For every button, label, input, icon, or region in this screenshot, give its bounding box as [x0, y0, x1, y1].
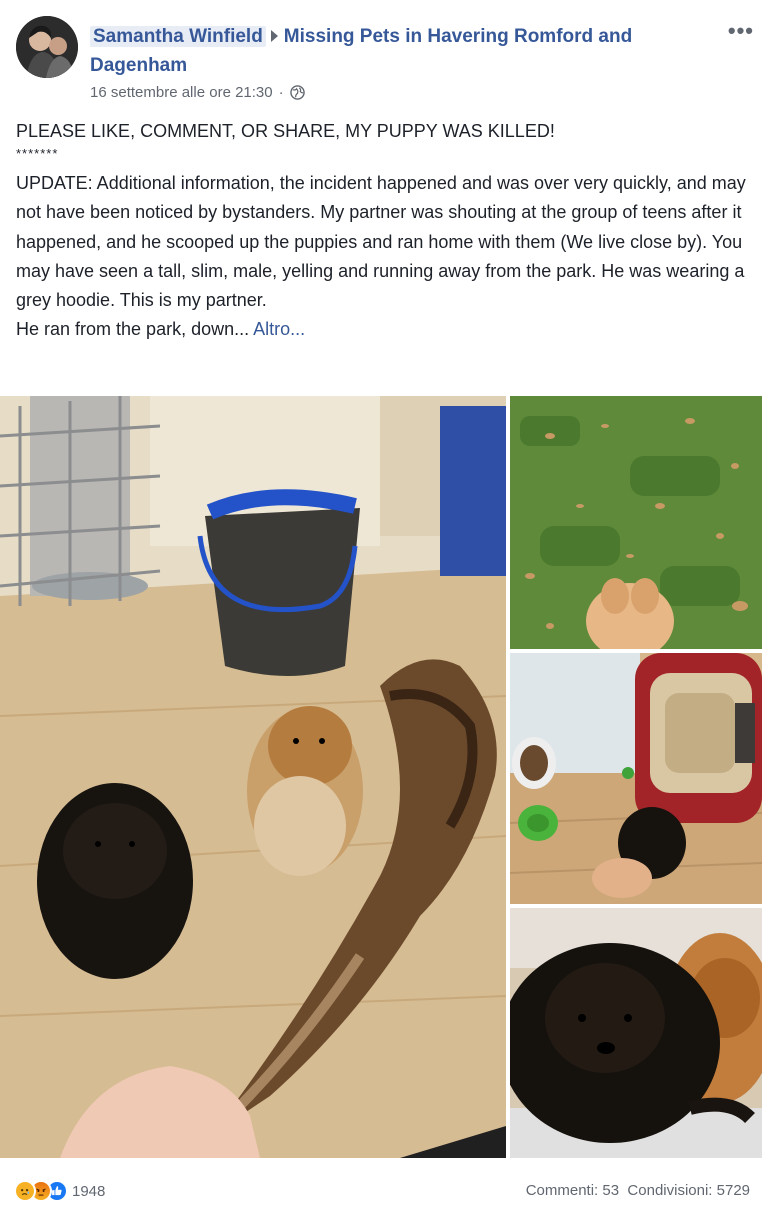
photo-puppies-image [0, 396, 506, 1158]
author-avatar[interactable] [16, 16, 78, 78]
facebook-post: Samantha Winfield Missing Pets in Haverin… [0, 0, 768, 1220]
shares-count[interactable]: Condivisioni: 5729 [627, 1182, 750, 1199]
comments-count[interactable]: Commenti: 53 [526, 1182, 619, 1199]
post-header: Samantha Winfield Missing Pets in Haverin… [90, 22, 700, 80]
post-last-line: He ran from the park, down... [16, 319, 254, 340]
post-footer: 1948 Commenti: 53 Condivisioni: 5729 [0, 1166, 768, 1220]
author-link[interactable]: Samantha Winfield [90, 26, 266, 47]
photo-closeup-image [510, 908, 762, 1158]
avatar-image [16, 16, 78, 78]
photo-grass-image [510, 396, 762, 649]
sad-icon [14, 1180, 36, 1202]
see-more-link[interactable]: Altro... [253, 319, 305, 339]
post-update: UPDATE: Additional information, the inci… [16, 173, 746, 311]
photo-puppy-on-grass[interactable] [510, 396, 762, 649]
reaction-count: 1948 [72, 1182, 106, 1200]
photo-puppy-by-bed[interactable] [510, 653, 762, 904]
photo-puppies-closeup[interactable] [510, 908, 762, 1158]
post-body: PLEASE LIKE, COMMENT, OR SHARE, MY PUPPY… [16, 117, 756, 344]
post-headline: PLEASE LIKE, COMMENT, OR SHARE, MY PUPPY… [16, 121, 555, 141]
photo-bed-image [510, 653, 762, 904]
arrow-right-icon [270, 30, 278, 43]
globe-icon[interactable] [289, 85, 305, 100]
post-timestamp[interactable]: 16 settembre alle ore 21:30 [90, 84, 273, 101]
meta-separator: · [278, 84, 284, 101]
post-meta: 16 settembre alle ore 21:30 · [90, 84, 305, 101]
post-separator: ******* [16, 146, 59, 162]
reactions-summary[interactable]: 1948 [14, 1180, 105, 1202]
engagement-stats: Commenti: 53 Condivisioni: 5729 [526, 1182, 750, 1199]
more-options-icon[interactable]: ••• [728, 18, 754, 44]
post-truncated-line: He ran from the park, down... Altro... [16, 315, 756, 344]
photo-puppies-with-bone[interactable] [0, 396, 506, 1158]
